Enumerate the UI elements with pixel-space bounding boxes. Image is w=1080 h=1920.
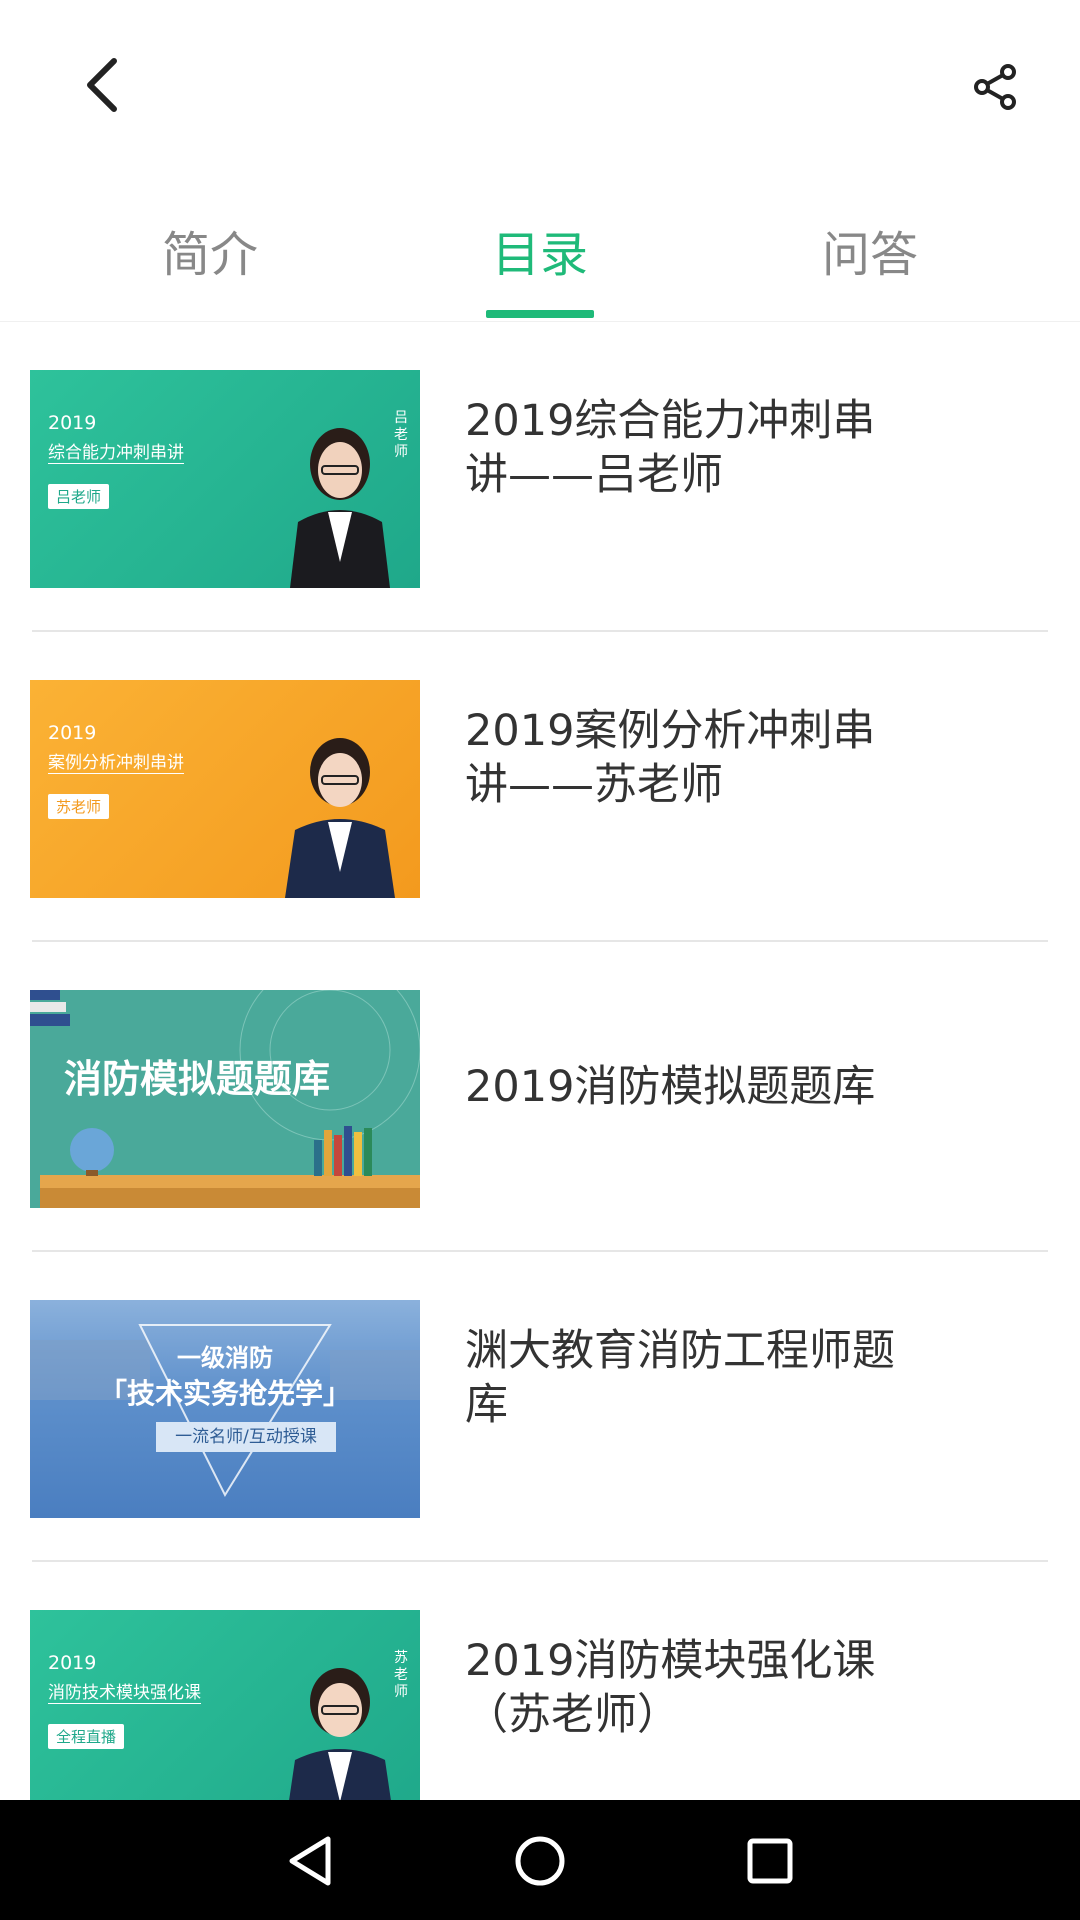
thumb-year: 2019	[48, 1652, 97, 1674]
course-list[interactable]: 2019 综合能力冲刺串讲 吕老师 吕老师 2019综合能力冲刺串 讲——吕老师…	[0, 322, 1080, 1800]
course-title-line1: 2019综合能力冲刺串	[465, 396, 876, 446]
course-title-line1: 2019案例分析冲刺串	[465, 706, 876, 756]
course-title-line2: （苏老师）	[465, 1690, 680, 1740]
top-bar	[0, 0, 1080, 170]
course-title-line1: 2019消防模块强化课	[465, 1636, 876, 1686]
course-title-line2: 讲——苏老师	[465, 760, 723, 810]
thumb-badge: 吕老师	[48, 484, 110, 509]
thumb-subtitle: 消防技术模块强化课	[48, 1678, 201, 1704]
thumb-year: 2019	[48, 722, 97, 744]
thumb-subtitle: 综合能力冲刺串讲	[48, 438, 184, 464]
thumb-badge: 全程直播	[48, 1724, 125, 1749]
share-icon	[974, 64, 1016, 110]
nav-home-button[interactable]	[505, 1826, 575, 1896]
triangle-back-icon	[289, 1836, 331, 1886]
tab-intro[interactable]: 简介	[110, 215, 310, 285]
thumb-subtitle: 案例分析冲刺串讲	[48, 748, 184, 774]
course-title-line2: 库	[465, 1380, 508, 1430]
course-thumbnail: 2019 案例分析冲刺串讲 苏老师	[30, 680, 420, 898]
list-item[interactable]: 2019 综合能力冲刺串讲 吕老师 吕老师 2019综合能力冲刺串 讲——吕老师	[0, 322, 1080, 632]
course-thumbnail: 2019 综合能力冲刺串讲 吕老师 吕老师	[30, 370, 420, 588]
chevron-left-icon	[87, 58, 117, 112]
thumb-headline: 消防模拟题题库	[64, 1057, 331, 1101]
course-title-line2: 讲——吕老师	[465, 450, 723, 500]
thumb-side-label: 吕老师	[394, 410, 408, 460]
list-item[interactable]: 一级消防 「技术实务抢先学」 一流名师/互动授课 渊大教育消防工程师题 库	[0, 1252, 1080, 1562]
course-title[interactable]: 2019案例分析冲刺串 讲——苏老师	[465, 704, 935, 812]
thumb-line1: 一级消防	[177, 1344, 273, 1372]
course-thumbnail: 消防模拟题题库	[30, 990, 420, 1208]
square-recent-icon	[747, 1838, 793, 1884]
course-thumbnail: 一级消防 「技术实务抢先学」 一流名师/互动授课	[30, 1300, 420, 1518]
thumb-year: 2019	[48, 412, 97, 434]
course-title[interactable]: 渊大教育消防工程师题 库	[465, 1324, 935, 1432]
list-item[interactable]: 2019 案例分析冲刺串讲 苏老师 2019案例分析冲刺串 讲——苏老师	[0, 632, 1080, 942]
back-button[interactable]	[72, 55, 132, 115]
active-tab-indicator	[486, 310, 594, 318]
list-item[interactable]: 2019 消防技术模块强化课 全程直播 苏老师 2019消防模块强化课 （苏老师…	[0, 1562, 1080, 1800]
course-thumbnail: 2019 消防技术模块强化课 全程直播 苏老师	[30, 1610, 420, 1800]
thumb-line3: 一流名师/互动授课	[156, 1422, 336, 1452]
list-item[interactable]: 消防模拟题题库 2019消防模拟题题库	[0, 942, 1080, 1252]
course-title[interactable]: 2019综合能力冲刺串 讲——吕老师	[465, 394, 935, 502]
course-title[interactable]: 2019消防模块强化课 （苏老师）	[465, 1634, 935, 1742]
teacher-photo	[290, 428, 390, 588]
circle-home-icon	[515, 1836, 565, 1886]
thumb-line2: 「技术实务抢先学」	[98, 1377, 351, 1410]
system-navigation-bar	[0, 1800, 1080, 1920]
tab-qa[interactable]: 问答	[770, 215, 970, 285]
thumb-badge: 苏老师	[48, 794, 110, 819]
tab-catalog[interactable]: 目录	[440, 215, 640, 285]
nav-recent-button[interactable]	[735, 1826, 805, 1896]
course-title[interactable]: 2019消防模拟题题库	[465, 1060, 935, 1114]
thumb-side-label: 苏老师	[394, 1650, 408, 1700]
teacher-photo	[289, 1668, 391, 1800]
course-title-line1: 2019消防模拟题题库	[465, 1062, 876, 1112]
nav-back-button[interactable]	[275, 1826, 345, 1896]
share-button[interactable]	[964, 55, 1028, 119]
course-title-line1: 渊大教育消防工程师题	[465, 1326, 895, 1376]
tab-bar: 简介 目录 问答	[0, 200, 1080, 322]
teacher-photo	[285, 738, 395, 898]
